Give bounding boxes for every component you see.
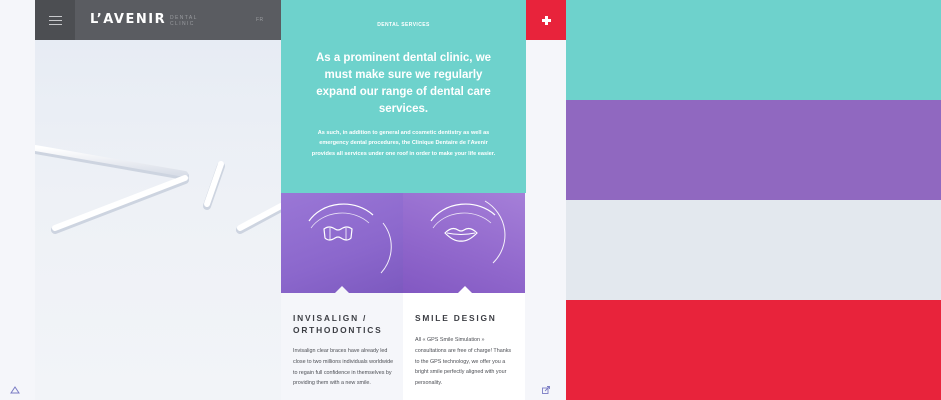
card-text: Invisalign clear braces have already led… (293, 348, 394, 387)
card-photo (403, 193, 525, 293)
swatch-red[interactable] (566, 300, 941, 400)
hero-image (35, 40, 281, 400)
site-header: L’AVENIR DENTAL CLINIC FR (35, 0, 281, 40)
left-gutter (0, 0, 35, 400)
site-logo[interactable]: L’AVENIR (90, 12, 166, 27)
card-invisalign[interactable]: INVISALIGN / ORTHODONTICS Invisalign cle… (281, 193, 403, 400)
card-content: INVISALIGN / ORTHODONTICS Invisalign cle… (281, 293, 403, 400)
card-pointer (458, 286, 472, 293)
section-body: As such, in addition to general and cosm… (311, 130, 496, 157)
card-title[interactable]: INVISALIGN / ORTHODONTICS (293, 312, 403, 336)
section-headline: As a prominent dental clinic, we must ma… (315, 52, 492, 115)
card-photo (281, 193, 403, 293)
external-link-icon[interactable] (542, 386, 550, 394)
card-smile-design[interactable]: SMILE DESIGN All « GPS Smile Simulation … (403, 193, 525, 400)
dental-services-section: DENTAL SERVICES As a prominent dental cl… (281, 0, 526, 193)
plus-button[interactable] (526, 0, 566, 40)
card-text: All « GPS Smile Simulation » consultatio… (415, 337, 512, 387)
lips-icon (444, 227, 478, 242)
action-column (526, 0, 566, 400)
section-eyebrow: DENTAL SERVICES (377, 22, 430, 28)
card-content: SMILE DESIGN All « GPS Smile Simulation … (403, 293, 525, 400)
swatch-purple[interactable] (566, 100, 941, 200)
swatch-light-gray[interactable] (566, 200, 941, 300)
service-cards: INVISALIGN / ORTHODONTICS Invisalign cle… (281, 193, 526, 400)
arc-decoration (430, 200, 506, 264)
card-pointer (335, 286, 349, 293)
hamburger-menu-icon[interactable] (35, 0, 75, 40)
swatch-turquoise[interactable] (566, 0, 941, 100)
triangle-up-icon[interactable] (10, 386, 20, 394)
toothbrush-sticks-image (35, 145, 281, 234)
logo-subtitle: DENTAL CLINIC (170, 15, 198, 27)
language-switch[interactable]: FR (256, 17, 264, 23)
card-title[interactable]: SMILE DESIGN (415, 312, 497, 324)
page: L’AVENIR DENTAL CLINIC FR DENTAL SERVICE… (0, 0, 941, 400)
braces-icon (323, 226, 353, 241)
